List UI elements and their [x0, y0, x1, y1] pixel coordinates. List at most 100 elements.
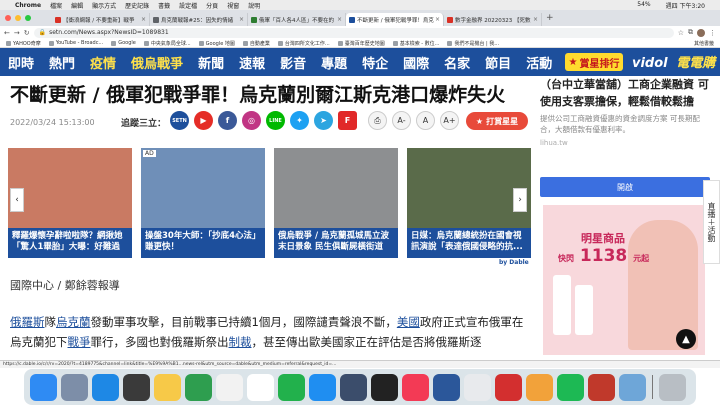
bookmark-item[interactable]: YAHOO奇摩: [6, 40, 41, 47]
star-ranking-button[interactable]: ★ 賞星排行: [565, 53, 623, 71]
finder-icon[interactable]: [30, 373, 57, 401]
battery-text[interactable]: 54%: [637, 1, 650, 10]
new-tab-button[interactable]: +: [542, 13, 558, 23]
nav-item[interactable]: 俄烏戰爭: [131, 53, 183, 72]
chrome-icon[interactable]: [464, 373, 491, 401]
tab-close-icon[interactable]: ×: [141, 16, 146, 23]
sidebar-ad-headline[interactable]: （台中立華當舖）工商企業融資 可使用支客票擔保，輕鬆借較鬆擔: [540, 76, 712, 110]
telegram-icon[interactable]: ➤: [314, 111, 333, 130]
scroll-top-button[interactable]: ▲: [676, 329, 696, 349]
close-window-icon[interactable]: [5, 15, 11, 21]
launchpad-icon[interactable]: [61, 373, 88, 401]
safari-icon[interactable]: [92, 373, 119, 401]
address-bar[interactable]: 🔒 setn.com/News.aspx?NewsID=1089831: [33, 27, 674, 38]
menu-edit[interactable]: 編輯: [71, 1, 83, 10]
menu-file[interactable]: 檔案: [50, 1, 62, 10]
bookmark-item[interactable]: 我們不是機台 | 我...: [447, 40, 499, 47]
carousel-prev-button[interactable]: ‹: [10, 188, 24, 212]
pro-app-icon[interactable]: [340, 373, 367, 401]
calendar-icon[interactable]: [247, 373, 274, 401]
brand-links[interactable]: vidol 電電購: [632, 52, 715, 71]
font-larger-button[interactable]: A+: [440, 111, 459, 130]
browser-tab[interactable]: 不斷更新 / 俄軍犯戰爭罪！烏克 ×: [346, 13, 444, 26]
extensions-icon[interactable]: ⧉: [688, 28, 693, 37]
instagram-icon[interactable]: ◎: [242, 111, 261, 130]
youtube-icon[interactable]: ▶: [194, 111, 213, 130]
games-icon[interactable]: [526, 373, 553, 401]
bookmark-item[interactable]: 自動產業: [242, 40, 270, 47]
reload-icon[interactable]: ↻: [24, 29, 30, 37]
facetime-icon[interactable]: [278, 373, 305, 401]
clock-text[interactable]: 週四 下午3:20: [666, 1, 705, 10]
nav-item[interactable]: 特企: [362, 53, 388, 72]
nav-item[interactable]: 疫情: [90, 53, 116, 72]
live-event-tab[interactable]: 直播＋活動: [703, 180, 720, 264]
nav-item[interactable]: 國際: [403, 53, 429, 72]
related-card[interactable]: 俄烏戰爭 / 烏克蘭孤城馬立波末日景象 民生俱斷屍橫街道: [274, 148, 398, 258]
flipboard-icon[interactable]: F: [338, 111, 357, 130]
nav-item[interactable]: 熱門: [49, 53, 75, 72]
dable-credit[interactable]: by Dable: [499, 259, 529, 266]
browser-tab[interactable]: 烏克蘭戰報#25：因失的情緒 ×: [150, 13, 248, 26]
zoom-window-icon[interactable]: [25, 15, 31, 21]
browser-tab[interactable]: 【衝浪網報 / 不要重新】戰爭 ×: [52, 13, 150, 26]
setn-icon[interactable]: SETN: [170, 111, 189, 130]
terminal-icon[interactable]: [371, 373, 398, 401]
bookmark-item[interactable]: YouTube - Broadc...: [48, 40, 103, 47]
profile-avatar[interactable]: [697, 28, 705, 37]
tab-close-icon[interactable]: ×: [239, 16, 244, 23]
tab-close-icon[interactable]: ×: [337, 16, 342, 23]
reminders-icon[interactable]: [216, 373, 243, 401]
menu-tab[interactable]: 分頁: [206, 1, 218, 10]
numbers-icon[interactable]: [185, 373, 212, 401]
spotify-icon[interactable]: [557, 373, 584, 401]
tip-star-button[interactable]: ★ 打賞星星: [466, 112, 528, 130]
shopping-logo[interactable]: 電電購: [676, 56, 715, 71]
related-card[interactable]: AD 操盤30年大師：「抄底4心法」賺更快！: [141, 148, 265, 258]
menu-help[interactable]: 說明: [248, 1, 260, 10]
music-icon[interactable]: [402, 373, 429, 401]
bookmark-item[interactable]: 基本檢索 - 數位...: [392, 40, 439, 47]
nav-item[interactable]: 影音: [280, 53, 306, 72]
tab-close-icon[interactable]: ×: [435, 16, 440, 23]
nav-item[interactable]: 活動: [526, 53, 552, 72]
menu-view[interactable]: 顯示方式: [92, 1, 116, 10]
article-keyword-link[interactable]: 戰爭: [68, 335, 91, 349]
browser-tab[interactable]: 俄軍「百人各4人區」不要在的 ×: [248, 13, 346, 26]
app-store-icon[interactable]: [309, 373, 336, 401]
tab-close-icon[interactable]: ×: [533, 16, 538, 23]
browser-tab[interactable]: 數字金融界 20220323 【死數 ×: [444, 13, 542, 26]
twitter-icon[interactable]: ✦: [290, 111, 309, 130]
trash-icon[interactable]: [659, 373, 686, 401]
nav-item[interactable]: 名家: [444, 53, 470, 72]
bookmark-item[interactable]: 台灣四所文化工作...: [277, 40, 330, 47]
photos-booth-icon[interactable]: [123, 373, 150, 401]
carousel-next-button[interactable]: ›: [513, 188, 527, 212]
font-normal-button[interactable]: A: [416, 111, 435, 130]
nav-item[interactable]: 新聞: [198, 53, 224, 72]
facebook-icon[interactable]: f: [218, 111, 237, 130]
font-smaller-button[interactable]: A-: [392, 111, 411, 130]
minimize-window-icon[interactable]: [15, 15, 21, 21]
pdf-icon[interactable]: [495, 373, 522, 401]
forward-icon[interactable]: →: [14, 29, 20, 37]
nav-item[interactable]: 速報: [239, 53, 265, 72]
bookmark-item[interactable]: Google: [111, 40, 136, 47]
folder-icon[interactable]: [619, 373, 646, 401]
article-keyword-link[interactable]: 俄羅斯: [10, 315, 45, 329]
back-icon[interactable]: ←: [4, 29, 10, 37]
bookmark-star-icon[interactable]: ☆: [678, 29, 684, 37]
nav-item[interactable]: 節目: [485, 53, 511, 72]
related-card[interactable]: 釋羅爆懷孕辭啦啦隊？網揪她「驚人1畢胎」大曝：好難過: [8, 148, 132, 258]
notes-icon[interactable]: [154, 373, 181, 401]
menu-bookmarks[interactable]: 書籤: [158, 1, 170, 10]
bookmark-item[interactable]: Google 地圖: [198, 40, 235, 47]
line-icon[interactable]: LINE: [266, 111, 285, 130]
sidebar-open-button[interactable]: 開啟: [540, 177, 710, 197]
print-button[interactable]: ⎙: [368, 111, 387, 130]
radio-icon[interactable]: [588, 373, 615, 401]
article-keyword-link[interactable]: 烏克蘭: [56, 315, 91, 329]
menu-history[interactable]: 歷史記錄: [125, 1, 149, 10]
bookmark-item[interactable]: 中央氣象局全球...: [143, 40, 191, 47]
nav-item[interactable]: 即時: [8, 53, 34, 72]
